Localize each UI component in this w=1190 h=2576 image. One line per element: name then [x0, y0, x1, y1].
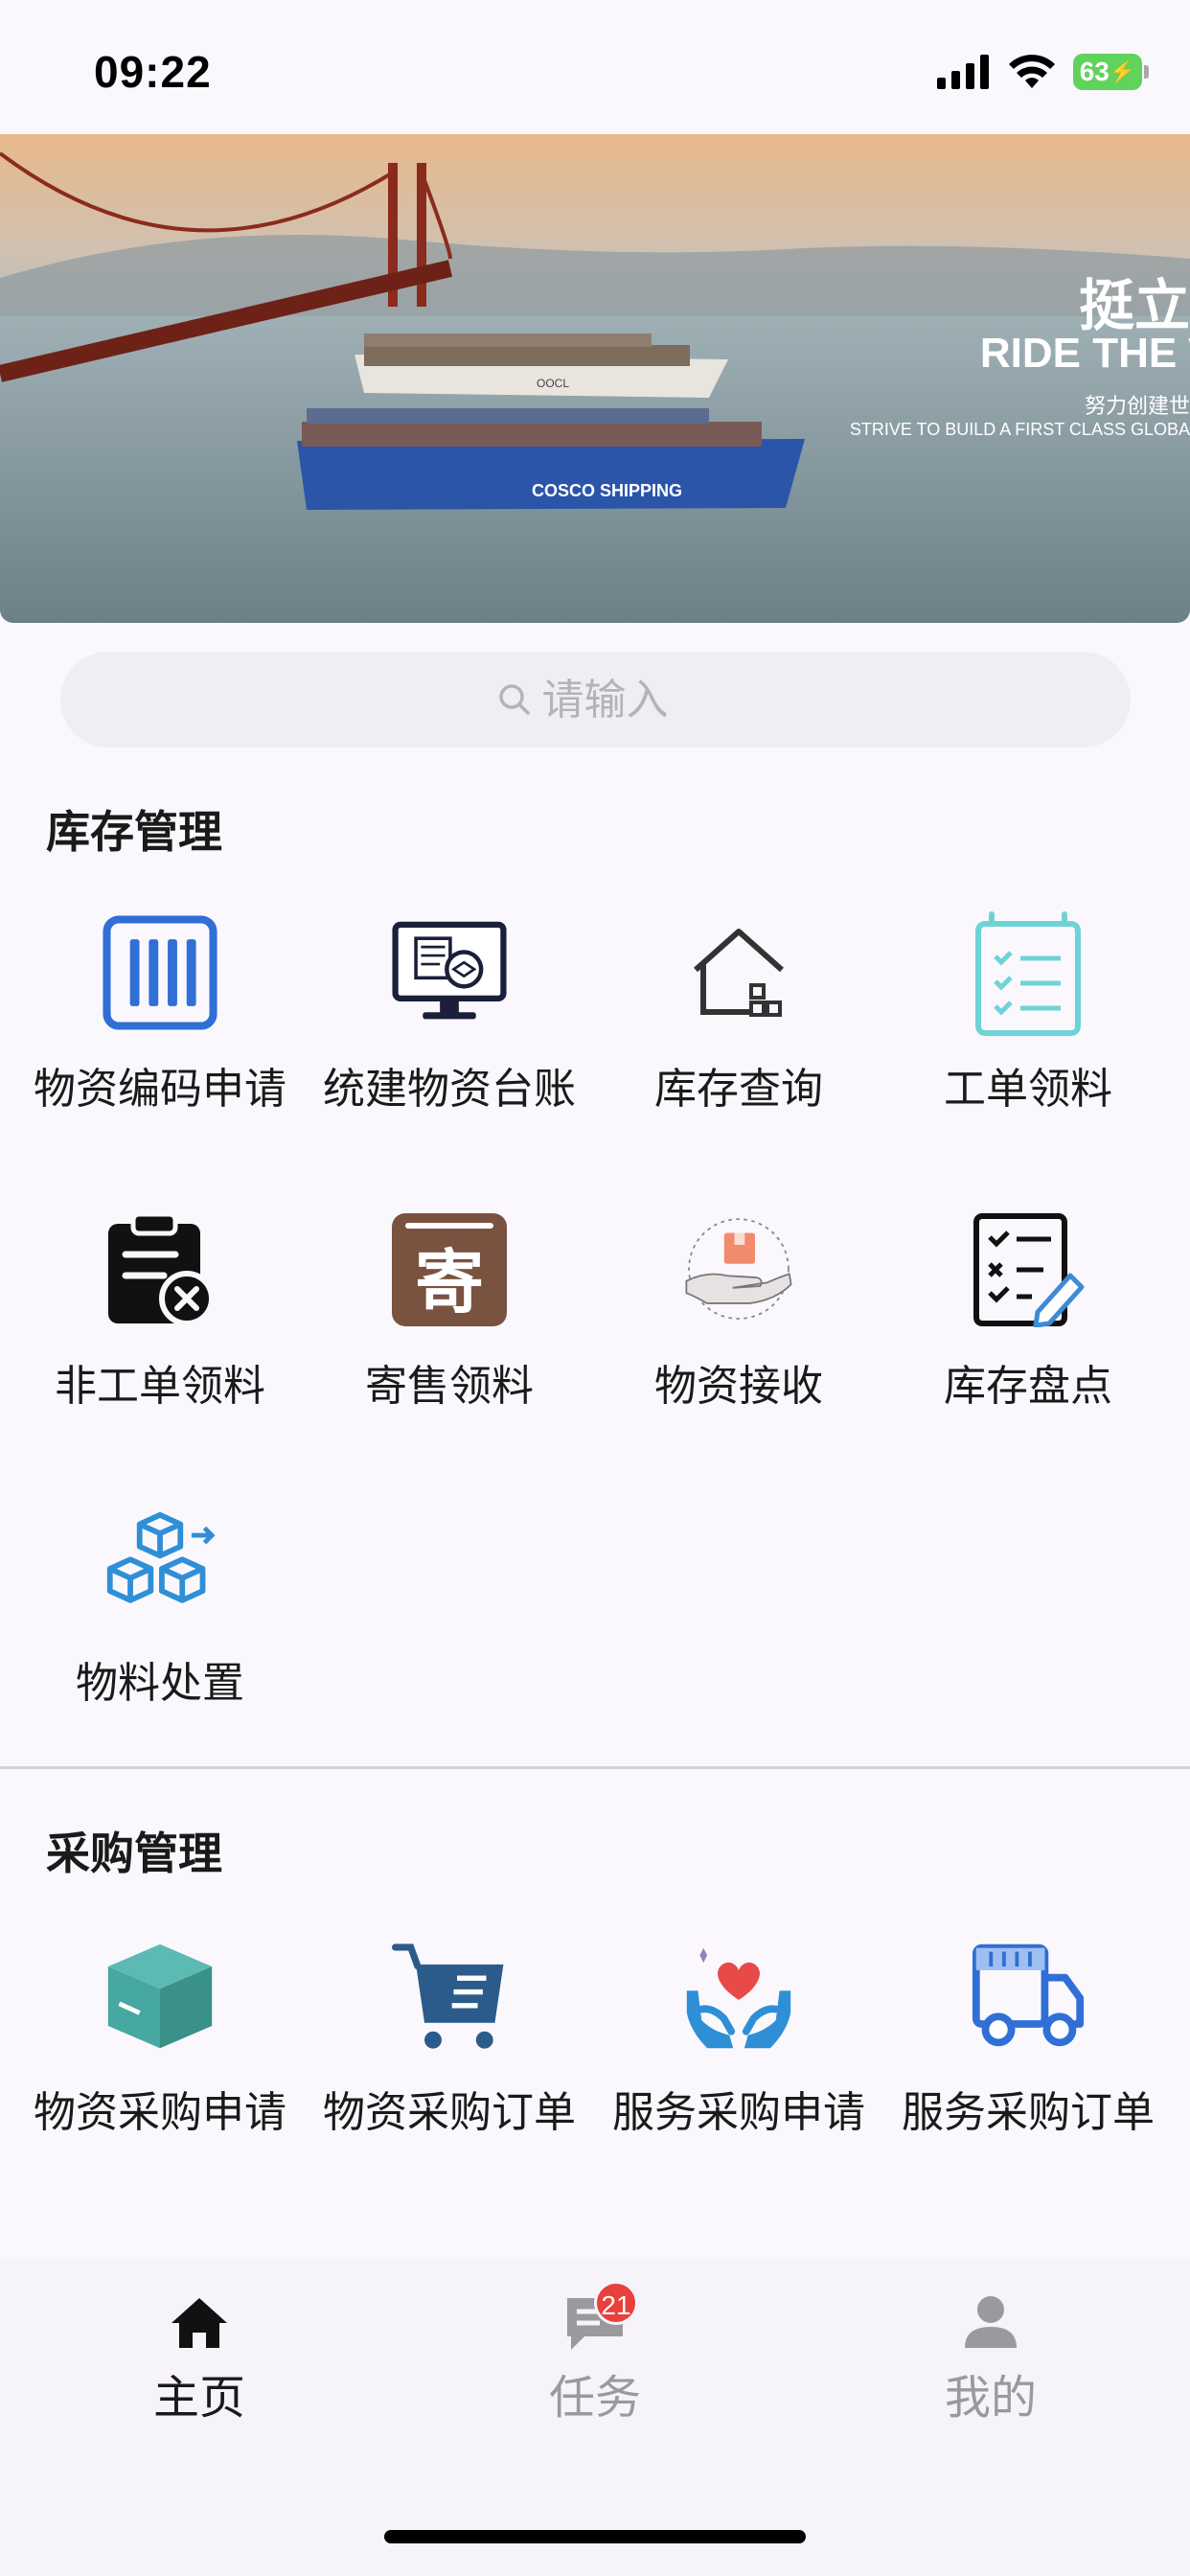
inventory-item-label: 统建物资台账 [323, 1065, 576, 1114]
search-bar[interactable] [60, 652, 1131, 748]
cart-icon [392, 1934, 507, 2058]
banner-cn-sub: 努力创建世 [1084, 395, 1190, 419]
consignment-glyph: 寄 [414, 1241, 484, 1322]
purchase-section-title: 采购管理 [46, 1828, 222, 1879]
inventory-item-ledger[interactable]: 统建物资台账 [301, 910, 598, 1198]
monitor-icon [392, 910, 507, 1035]
search-icon [498, 684, 530, 715]
battery-level: 63 [1079, 57, 1110, 86]
inventory-item-label: 库存盘点 [944, 1362, 1112, 1411]
banner-en-sub: STRIVE TO BUILD A FIRST CLASS GLOBAL [849, 420, 1190, 439]
purchase-item-material-request[interactable]: 物资采购申请 [11, 1934, 309, 2221]
inventory-item-stocktaking[interactable]: 库存盘点 [880, 1208, 1177, 1495]
status-time: 09:22 [94, 47, 212, 97]
inventory-item-label: 物资接收 [654, 1362, 823, 1411]
purchase-item-label: 服务采购申请 [612, 2088, 865, 2137]
purchase-item-material-order[interactable]: 物资采购订单 [301, 1934, 598, 2221]
inventory-item-workorder-picking[interactable]: 工单领料 [880, 910, 1177, 1198]
inventory-section-title: 库存管理 [46, 806, 222, 858]
purchase-item-label: 物资采购订单 [323, 2088, 576, 2137]
inventory-item-label: 库存查询 [654, 1065, 823, 1114]
inventory-item-label: 物料处置 [76, 1659, 244, 1708]
task-badge: 21 [594, 2281, 638, 2325]
boxes-icon [103, 1505, 217, 1629]
truck-icon [971, 1934, 1086, 2058]
inventory-item-label: 寄售领料 [365, 1362, 534, 1411]
status-icons: 63 ⚡ [937, 54, 1149, 90]
inventory-item-material-receive[interactable]: 物资接收 [590, 1208, 887, 1495]
wifi-icon [1009, 55, 1055, 88]
tab-task-label: 任务 [548, 2371, 641, 2425]
purchase-item-label: 物资采购申请 [34, 2088, 286, 2137]
purchase-item-label: 服务采购订单 [902, 2088, 1155, 2137]
banner-en-title: RIDE THE W [979, 330, 1190, 377]
box-icon [103, 1934, 217, 2058]
purchase-item-service-order[interactable]: 服务采购订单 [880, 1934, 1177, 2221]
inventory-item-stock-query[interactable]: 库存查询 [590, 910, 887, 1198]
tab-mine-label: 我的 [944, 2371, 1037, 2425]
battery-icon: 63 ⚡ [1073, 54, 1149, 90]
tab-task[interactable]: 21 任务 [480, 2281, 710, 2432]
tab-home[interactable]: 主页 [84, 2288, 314, 2432]
search-input[interactable] [541, 675, 696, 724]
inventory-item-material-code[interactable]: 物资编码申请 [11, 910, 309, 1198]
heart-hands-icon [681, 1934, 796, 2058]
tab-home-label: 主页 [152, 2371, 245, 2425]
inventory-item-non-workorder-picking[interactable]: 非工单领料 [11, 1208, 309, 1495]
tab-mine[interactable]: 我的 [876, 2288, 1106, 2432]
inventory-item-material-disposal[interactable]: 物料处置 [11, 1505, 309, 1792]
clipboard-checklist-icon [971, 910, 1086, 1036]
ship-label-oocl: OOCL [537, 377, 569, 390]
signal-icon [937, 55, 989, 89]
receive-hand-icon [681, 1208, 796, 1332]
inventory-item-label: 工单领料 [944, 1065, 1112, 1114]
warehouse-icon [681, 910, 796, 1035]
consignment-icon: 寄 [392, 1208, 507, 1332]
message-icon: 21 [561, 2281, 638, 2356]
checklist-pencil-icon [971, 1208, 1086, 1332]
home-indicator [384, 2530, 806, 2543]
purchase-item-service-request[interactable]: 服务采购申请 [590, 1934, 887, 2221]
inventory-item-label: 物资编码申请 [34, 1065, 286, 1114]
inventory-item-consignment[interactable]: 寄 寄售领料 [301, 1208, 598, 1495]
status-bar: 09:22 63 ⚡ [0, 0, 1190, 134]
bottom-tab-bar: 主页 21 任务 我的 [0, 2260, 1190, 2576]
inventory-item-label: 非工单领料 [55, 1362, 265, 1411]
home-icon [166, 2288, 233, 2356]
section-divider [0, 1766, 1190, 1769]
user-icon [957, 2288, 1024, 2356]
hero-banner[interactable]: OOCL COSCO SHIPPING 挺立 RIDE THE W 努力创建世 … [0, 134, 1190, 623]
clipboard-cancel-icon [103, 1208, 217, 1332]
ship-label-cosco: COSCO SHIPPING [532, 481, 682, 500]
banner-image: OOCL COSCO SHIPPING [0, 134, 1190, 623]
barcode-icon [103, 910, 217, 1035]
